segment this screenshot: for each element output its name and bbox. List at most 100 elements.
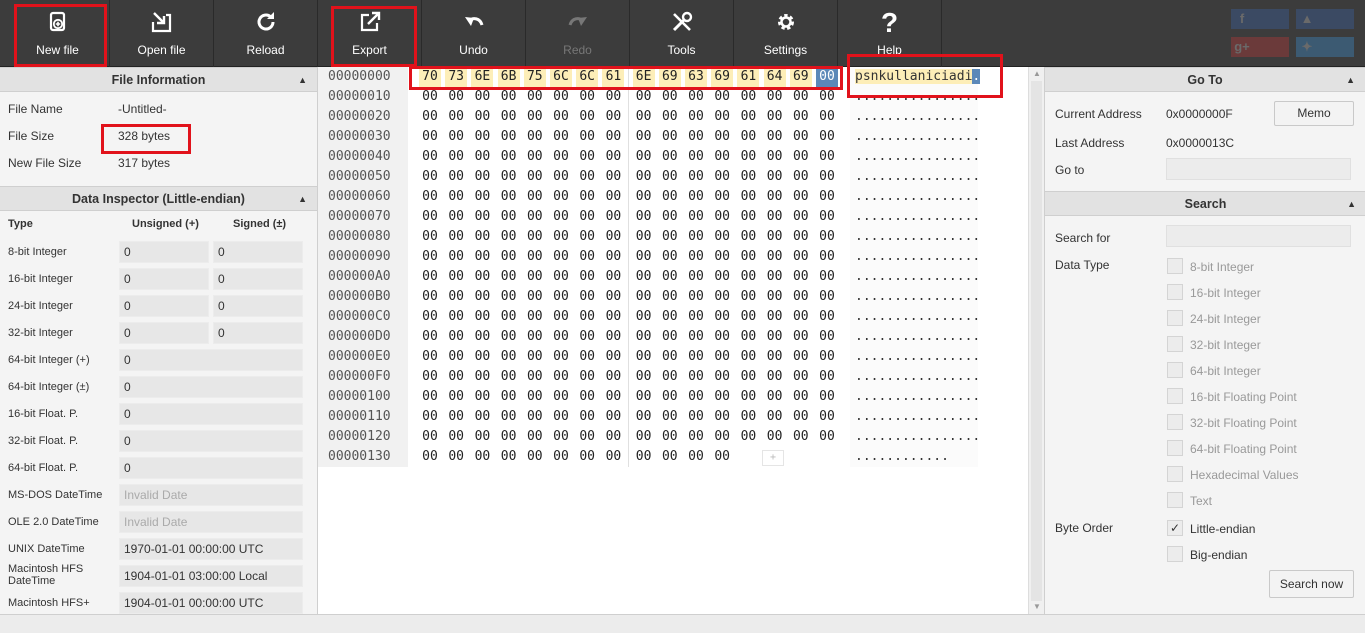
facebook-share-button[interactable]: f (1231, 9, 1289, 29)
hex-byte[interactable]: 00 (659, 267, 681, 287)
hex-byte[interactable]: 00 (498, 87, 520, 107)
hex-byte[interactable]: 00 (659, 87, 681, 107)
hex-byte[interactable]: 00 (816, 347, 838, 367)
hex-byte[interactable]: 00 (498, 107, 520, 127)
ascii-text[interactable]: ................ (855, 267, 995, 287)
hex-byte[interactable]: 00 (471, 447, 493, 467)
hex-byte[interactable]: 00 (737, 167, 759, 187)
inspector-value-field[interactable]: 0 (119, 403, 303, 425)
hex-byte[interactable]: 00 (764, 187, 786, 207)
hex-byte[interactable]: 00 (419, 187, 441, 207)
hex-byte[interactable]: 00 (764, 387, 786, 407)
hex-byte[interactable]: 00 (419, 247, 441, 267)
hex-byte[interactable]: 00 (711, 327, 733, 347)
hex-byte[interactable]: 00 (790, 307, 812, 327)
hex-byte[interactable]: 00 (816, 107, 838, 127)
scroll-down-icon[interactable]: ▼ (1029, 600, 1045, 614)
hex-byte[interactable]: 00 (524, 107, 546, 127)
hex-byte[interactable]: 00 (471, 307, 493, 327)
hex-byte[interactable]: 00 (602, 267, 624, 287)
hex-byte[interactable]: 00 (790, 387, 812, 407)
hex-byte[interactable]: 00 (659, 227, 681, 247)
hex-byte[interactable]: 00 (550, 107, 572, 127)
hex-byte[interactable]: 00 (685, 87, 707, 107)
ascii-text[interactable]: ............ (855, 447, 995, 467)
search-header[interactable]: Search ▲ (1045, 191, 1365, 216)
settings-button[interactable]: Settings (734, 0, 838, 67)
hex-byte[interactable]: 00 (685, 207, 707, 227)
hex-byte[interactable]: 00 (602, 207, 624, 227)
hex-byte[interactable]: 00 (471, 207, 493, 227)
data-type-checkbox[interactable] (1167, 466, 1183, 482)
hex-byte[interactable]: 00 (498, 327, 520, 347)
hex-byte[interactable]: 00 (498, 207, 520, 227)
hex-byte[interactable]: 00 (576, 107, 598, 127)
hex-byte[interactable]: 00 (524, 307, 546, 327)
hex-byte[interactable]: 00 (419, 87, 441, 107)
hex-byte[interactable]: 00 (445, 187, 467, 207)
hex-byte[interactable]: 00 (602, 87, 624, 107)
redo-button[interactable]: Redo (526, 0, 630, 67)
append-byte-button[interactable]: + (762, 450, 784, 466)
hex-byte[interactable]: 00 (737, 267, 759, 287)
hex-byte[interactable]: 00 (790, 107, 812, 127)
hex-byte[interactable]: 00 (602, 367, 624, 387)
hex-byte[interactable]: 00 (633, 347, 655, 367)
hex-byte[interactable]: 00 (576, 167, 598, 187)
hex-byte[interactable]: 00 (445, 127, 467, 147)
hex-byte[interactable]: 00 (816, 227, 838, 247)
hex-byte[interactable]: 00 (498, 247, 520, 267)
hex-byte[interactable]: 00 (419, 307, 441, 327)
hex-byte[interactable]: 00 (602, 147, 624, 167)
hex-byte[interactable]: 00 (790, 407, 812, 427)
scroll-up-icon[interactable]: ▲ (1029, 67, 1045, 81)
hex-byte[interactable]: 00 (737, 247, 759, 267)
hex-byte[interactable]: 00 (816, 207, 838, 227)
hex-byte[interactable]: 00 (602, 247, 624, 267)
file-info-header[interactable]: File Information ▲ (0, 67, 317, 92)
hex-byte[interactable]: 00 (737, 367, 759, 387)
hex-byte[interactable]: 00 (633, 127, 655, 147)
hex-byte[interactable]: 00 (764, 287, 786, 307)
hex-byte[interactable]: 00 (737, 287, 759, 307)
hex-byte[interactable]: 00 (659, 247, 681, 267)
hex-byte[interactable]: 00 (602, 227, 624, 247)
hex-byte[interactable]: 00 (737, 347, 759, 367)
hex-byte[interactable]: 00 (633, 447, 655, 467)
hex-byte[interactable]: 00 (576, 387, 598, 407)
search-input[interactable] (1166, 225, 1351, 247)
hex-byte[interactable]: 00 (498, 187, 520, 207)
hex-byte[interactable]: 00 (524, 347, 546, 367)
hex-byte[interactable]: 00 (737, 327, 759, 347)
data-type-checkbox[interactable] (1167, 440, 1183, 456)
hex-byte[interactable]: 00 (602, 107, 624, 127)
hex-byte[interactable]: 00 (602, 427, 624, 447)
data-type-checkbox[interactable] (1167, 362, 1183, 378)
open-file-button[interactable]: Open file (110, 0, 214, 67)
hex-byte[interactable]: 00 (711, 147, 733, 167)
hex-byte[interactable]: 00 (524, 247, 546, 267)
hex-byte[interactable]: 00 (790, 347, 812, 367)
hex-byte[interactable]: 00 (419, 107, 441, 127)
hex-byte[interactable]: 00 (471, 187, 493, 207)
hex-byte[interactable]: 00 (419, 387, 441, 407)
hex-byte[interactable]: 00 (550, 287, 572, 307)
hex-scrollbar[interactable]: ▲ ▼ (1028, 67, 1044, 614)
hex-byte[interactable]: 00 (550, 307, 572, 327)
ascii-text[interactable]: ................ (855, 427, 995, 447)
hex-byte[interactable]: 00 (659, 347, 681, 367)
hex-byte[interactable]: 00 (602, 447, 624, 467)
hex-byte[interactable]: 00 (576, 447, 598, 467)
hex-byte[interactable]: 00 (764, 267, 786, 287)
hex-byte[interactable]: 00 (816, 187, 838, 207)
ascii-text[interactable]: ................ (855, 347, 995, 367)
hex-byte[interactable]: 00 (816, 167, 838, 187)
hex-byte[interactable]: 00 (737, 147, 759, 167)
hex-byte[interactable]: 00 (764, 227, 786, 247)
hex-byte[interactable]: 00 (659, 187, 681, 207)
hex-byte[interactable]: 00 (764, 167, 786, 187)
inspector-value-field[interactable]: Invalid Date (119, 484, 303, 506)
hex-byte[interactable]: 00 (471, 267, 493, 287)
hex-byte[interactable]: 00 (498, 147, 520, 167)
hex-byte[interactable]: 00 (524, 167, 546, 187)
